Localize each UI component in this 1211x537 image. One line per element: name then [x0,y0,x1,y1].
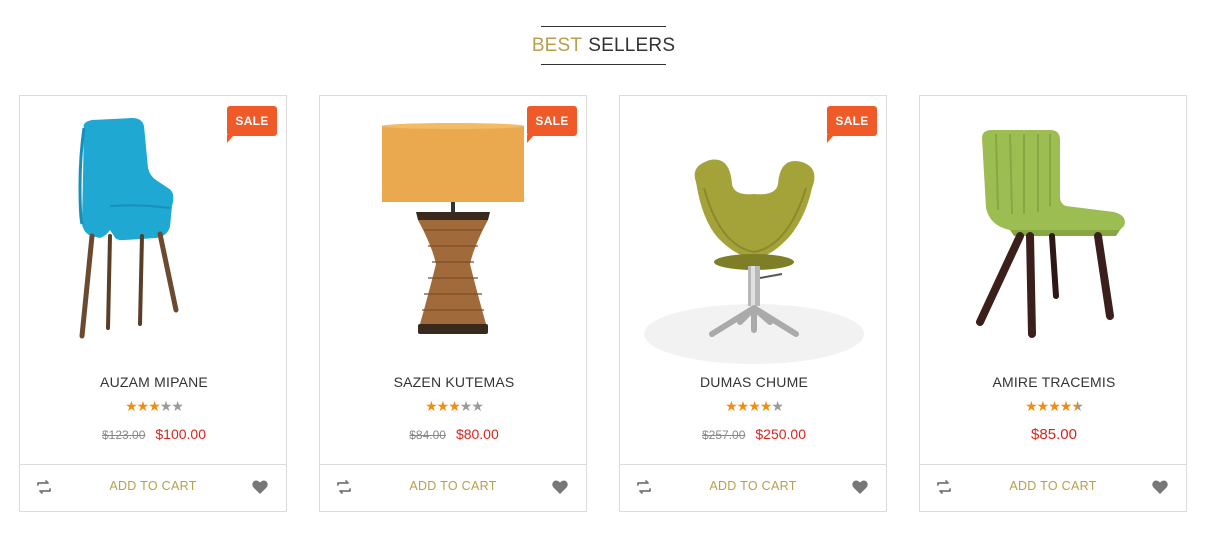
sale-badge: SALE [527,106,577,143]
product-rating: ★★★★★ [320,398,588,414]
star-icon: ★ [1036,398,1050,414]
heart-icon[interactable] [851,478,869,496]
star-icon: ★ [725,398,738,414]
star-icon: ★ [748,398,761,414]
add-to-cart-button[interactable]: ADD TO CART [320,479,586,493]
product-card: SALE SAZEN KUTEMAS ★★★★★ $84.00 $80.00 AD… [319,95,587,512]
card-actions: ADD TO CART [20,464,286,511]
product-card: SALE DUMAS CHUME ★★★★★ $257.00 $250.00 AD… [619,95,887,512]
add-to-cart-button[interactable]: ADD TO CART [20,479,286,493]
product-image[interactable] [920,96,1188,366]
star-icon: ★ [759,398,773,414]
product-name[interactable]: SAZEN KUTEMAS [320,374,588,390]
green-chair-image [976,130,1125,338]
star-icon: ★ [736,398,750,414]
card-actions: ADD TO CART [620,464,886,511]
star-icon: ★ [771,398,784,414]
section-title: BEST SELLERS [532,26,675,65]
add-to-cart-button[interactable]: ADD TO CART [620,479,886,493]
star-half-icon: ★ [1071,398,1084,414]
product-prices: $257.00 $250.00 [620,426,888,442]
sale-badge: SALE [227,106,277,143]
old-price: $123.00 [102,428,146,442]
product-image[interactable]: SALE [20,96,288,366]
product-prices: $85.00 [920,426,1188,443]
section-title-rest: SELLERS [588,34,676,56]
section-title-accent: BEST [531,34,583,56]
star-icon: ★ [1025,398,1038,414]
product-name[interactable]: AMIRE TRACEMIS [920,374,1188,390]
add-to-cart-button[interactable]: ADD TO CART [920,479,1186,493]
current-price: $100.00 [155,426,206,442]
star-icon: ★ [448,398,461,414]
card-actions: ADD TO CART [320,464,586,511]
star-icon: ★ [125,398,138,414]
old-price: $84.00 [409,428,446,442]
star-icon: ★ [159,398,173,414]
heart-icon[interactable] [251,478,269,496]
product-card: AMIRE TRACEMIS ★★★★★ $85.00 ADD TO CART [919,95,1187,512]
blue-armchair-image [78,118,179,339]
product-image[interactable]: SALE [620,96,888,366]
product-prices: $123.00 $100.00 [20,426,288,442]
star-icon: ★ [136,398,150,414]
star-icon: ★ [1059,398,1073,414]
old-price: $257.00 [702,428,746,442]
product-name[interactable]: DUMAS CHUME [620,374,888,390]
product-image[interactable]: SALE [320,96,588,366]
card-actions: ADD TO CART [920,464,1186,511]
current-price: $250.00 [755,426,806,442]
table-lamp-image [382,123,524,334]
product-name[interactable]: AUZAM MIPANE [20,374,288,390]
current-price: $85.00 [1031,426,1077,443]
product-card: SALE AUZAM MIPANE ★★★★★ $123.00 $100.00 A… [19,95,287,512]
product-rating: ★★★★★ [620,398,888,414]
sale-badge: SALE [827,106,877,143]
green-swivel-chair-image [644,159,864,364]
heart-icon[interactable] [551,478,569,496]
star-icon: ★ [148,398,161,414]
star-icon: ★ [459,398,473,414]
product-rating: ★★★★★ [920,398,1188,414]
current-price: $80.00 [455,426,499,442]
star-icon: ★ [425,398,438,414]
product-prices: $84.00 $80.00 [320,426,588,442]
star-icon: ★ [471,398,484,414]
heart-icon[interactable] [1151,478,1169,496]
star-icon: ★ [1048,398,1061,414]
star-icon: ★ [171,398,184,414]
product-rating: ★★★★★ [20,398,288,414]
star-icon: ★ [436,398,450,414]
